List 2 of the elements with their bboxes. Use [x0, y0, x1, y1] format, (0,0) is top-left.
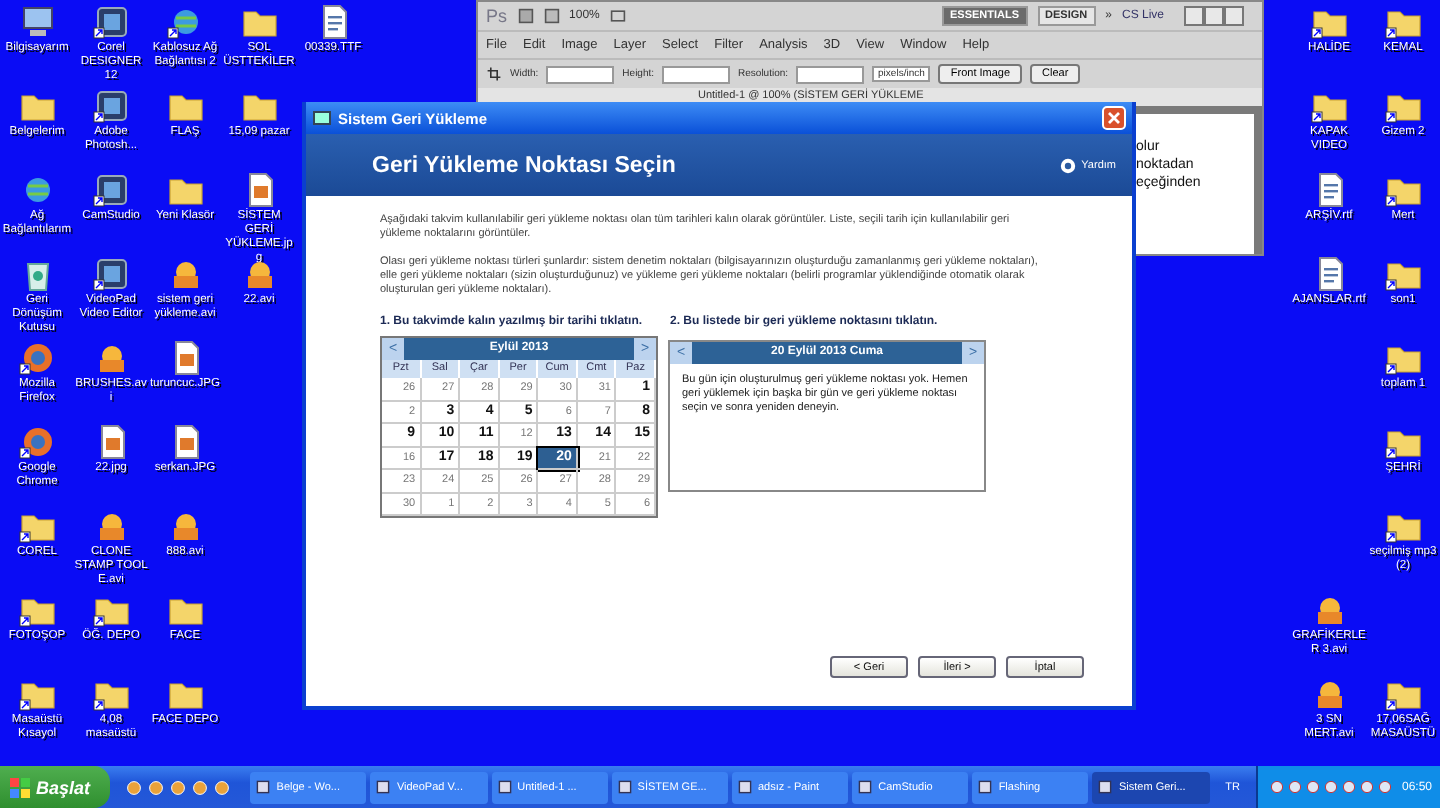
page-heading: Geri Yükleme Noktası Seçin — [372, 153, 678, 177]
app-logo: Ps — [486, 6, 508, 26]
